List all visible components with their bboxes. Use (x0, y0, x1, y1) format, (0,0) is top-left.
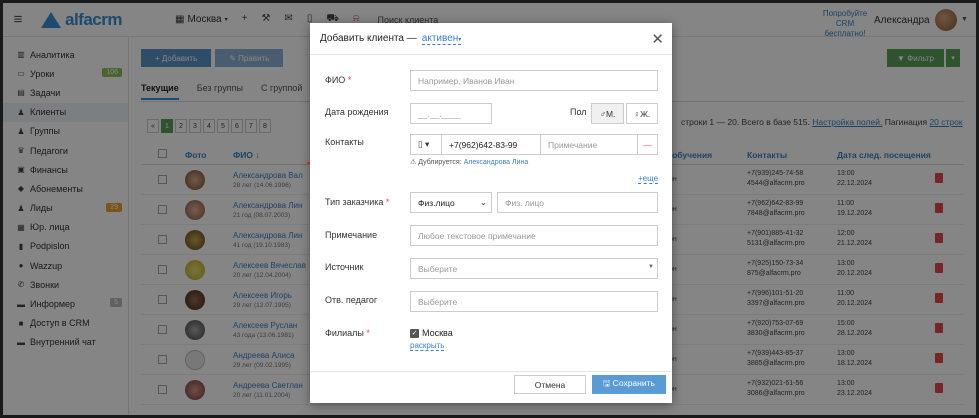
source-label: Источник (325, 262, 364, 272)
note-label: Примечание (325, 230, 378, 240)
dob-label: Дата рождения (325, 107, 389, 117)
required-mark: * (347, 75, 352, 85)
duplicate-text: ⚠ Дублируется: (410, 159, 462, 166)
note-textarea[interactable]: Любое текстовое примечание (410, 225, 658, 246)
required-mark: * (385, 197, 390, 207)
add-client-modal: Добавить клиента — активен▾ ✕ ФИО * Напр… (310, 23, 672, 403)
gender-male-button[interactable]: ♂ М. (591, 103, 624, 124)
branch-checkbox[interactable]: ✓ (410, 329, 419, 338)
gender-female-button[interactable]: ♀ Ж. (626, 103, 658, 124)
customer-type-label-text: Тип заказчика (325, 197, 384, 207)
customer-name-input[interactable]: Физ. лицо (497, 192, 658, 213)
chevron-down-icon: ⌄ (480, 198, 487, 207)
duplicate-client-link[interactable]: Александрова Лина (464, 159, 529, 166)
status-dropdown[interactable]: активен▾ (421, 32, 462, 45)
duplicate-warning: ⚠ Дублируется: Александрова Лина (410, 158, 528, 166)
app-window: ≡ alfacrm ▦ Москва ▾ + ⚒ ✉ ▯ ⛟ ⍾ Поиск к… (0, 0, 979, 418)
teacher-select[interactable]: Выберите (410, 291, 658, 312)
cancel-button[interactable]: Отмена (514, 375, 586, 394)
required-mark: * (366, 328, 370, 338)
dob-input[interactable]: __.__.____ (410, 103, 492, 124)
chevron-down-icon: ▼ (648, 264, 654, 270)
contact-type-selector[interactable]: ▯ ▾ (410, 134, 442, 155)
fio-label-text: ФИО (325, 75, 346, 85)
teacher-label: Отв. педагог (325, 295, 378, 305)
branch-label[interactable]: Москва (422, 328, 453, 338)
gender-male-label: М. (605, 108, 616, 119)
customer-type-label: Тип заказчика * (325, 197, 389, 207)
close-icon[interactable]: ✕ (651, 30, 664, 48)
modal-header: Добавить клиента — активен▾ ✕ (310, 23, 672, 55)
contacts-label: Контакты (325, 137, 364, 147)
branches-label-text: Филиалы (325, 328, 364, 338)
fio-label: ФИО * (325, 75, 351, 85)
branches-label: Филиалы * (325, 328, 370, 338)
save-button[interactable]: 🖫 Сохранить (592, 375, 666, 394)
more-contacts-link[interactable]: +еще (638, 174, 659, 184)
gender-female-label: Ж. (640, 108, 651, 119)
fio-input[interactable]: Например, Иванов Иван (410, 70, 658, 91)
phone-input[interactable]: +7(962)642-83-99 (441, 134, 541, 155)
chevron-down-icon: ▾ (458, 36, 462, 43)
modal-title: Добавить клиента — (320, 33, 417, 44)
gender-label: Пол (570, 107, 587, 117)
contact-note-input[interactable]: Примечание (540, 134, 638, 155)
source-select[interactable]: Выберите (410, 258, 658, 279)
remove-contact-button[interactable]: — (637, 134, 658, 155)
expand-branches-link[interactable]: раскрыть (410, 341, 445, 351)
status-label: активен (421, 32, 459, 44)
